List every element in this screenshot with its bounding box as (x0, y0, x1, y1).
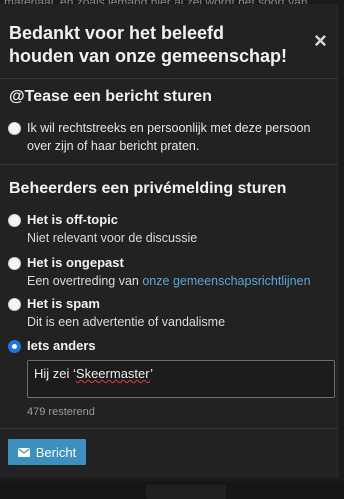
option-inappropriate-desc: Een overtreding van onze gemeenschapsric… (27, 274, 311, 288)
option-something-else-title: Iets anders (27, 338, 96, 353)
option-spam-title: Het is spam (27, 296, 100, 311)
modal-header: Bedankt voor het beleefd houden van onze… (0, 4, 338, 79)
footer-divider (0, 428, 338, 429)
option-inappropriate-title: Het is ongepast (27, 255, 124, 270)
characters-remaining: 479 resterend (27, 406, 95, 418)
radio-inappropriate[interactable] (8, 257, 21, 270)
message-textarea[interactable]: Hij zei ‘Skeermaster’ (27, 360, 335, 398)
option-spam-desc: Dit is een advertentie of vandalisme (27, 315, 226, 329)
section-divider (0, 164, 338, 165)
radio-something-else[interactable] (8, 340, 21, 353)
staff-section-title: Beheerders een privémelding sturen (9, 180, 287, 197)
envelope-icon (17, 447, 30, 457)
message-user-option-label: Ik wil rechtstreeks en persoonlijk met d… (27, 121, 311, 153)
page-bottom-element (146, 485, 226, 499)
radio-message-user[interactable] (8, 122, 21, 135)
option-off-topic-desc: Niet relevant voor de discussie (27, 231, 198, 245)
send-message-label: Bericht (35, 444, 77, 460)
radio-off-topic[interactable] (8, 214, 21, 227)
flag-modal: Bedankt voor het beleefd houden van onze… (0, 4, 338, 478)
send-message-button[interactable]: Bericht (8, 439, 86, 465)
message-suffix: ’ (150, 366, 153, 381)
message-misspelled-word: Skeermaster (75, 366, 151, 381)
option-off-topic-title: Het is off-topic (27, 212, 118, 227)
close-icon[interactable]: × (314, 30, 332, 52)
message-prefix: Hij zei ‘ (34, 366, 76, 381)
modal-title: Bedankt voor het beleefd houden van onze… (9, 23, 288, 66)
option-inappropriate-desc-text: Een overtreding van (27, 274, 143, 288)
user-section-title: @Tease een bericht sturen (9, 88, 212, 105)
guidelines-link[interactable]: onze gemeenschapsrichtlijnen (142, 274, 310, 288)
radio-spam[interactable] (8, 298, 21, 311)
